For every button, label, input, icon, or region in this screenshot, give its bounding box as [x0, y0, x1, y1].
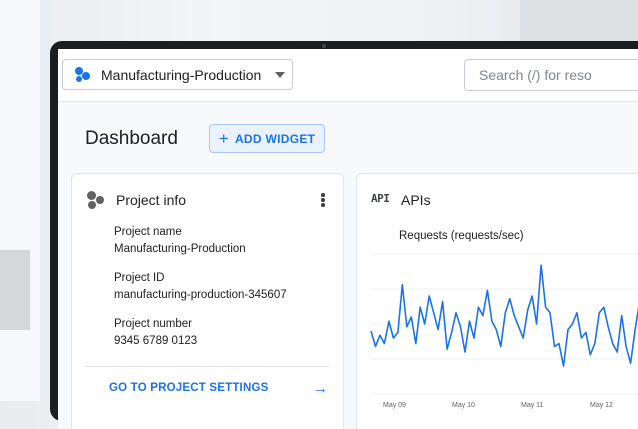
x-tick-label: May 12 — [590, 402, 613, 409]
more-vert-icon[interactable] — [321, 193, 325, 207]
webcam — [322, 44, 326, 48]
laptop: Manufacturing-Production Search (/) for … — [50, 41, 638, 429]
project-info-header: Project info — [72, 174, 343, 224]
project-id-value: manufacturing-production-345607 — [114, 289, 287, 301]
project-id-label: Project ID — [114, 272, 165, 284]
add-widget-button[interactable]: + ADD WIDGET — [209, 124, 325, 153]
requests-chart: May 09 May 10 May 11 May 12 — [370, 253, 638, 409]
api-icon: API — [371, 192, 390, 205]
office-shelf — [0, 250, 30, 330]
series-line-0 — [370, 264, 638, 367]
project-icon — [87, 191, 107, 209]
project-info-card: Project info Project name Manufacturing-… — [71, 173, 344, 429]
top-bar: Manufacturing-Production Search (/) for … — [58, 49, 638, 102]
project-name-label: Project name — [114, 226, 182, 238]
apis-card: API APIs Requests (requests/sec) May 09 M… — [356, 173, 638, 429]
project-picker-label: Manufacturing-Production — [101, 66, 262, 83]
divider — [85, 366, 329, 367]
x-tick-label: May 11 — [521, 402, 544, 409]
project-settings-link[interactable]: GO TO PROJECT SETTINGS — [109, 382, 268, 394]
screen: Manufacturing-Production Search (/) for … — [58, 49, 638, 429]
project-number-value: 9345 6789 0123 — [114, 335, 198, 347]
x-tick-label: May 09 — [383, 402, 406, 409]
page-title: Dashboard — [85, 128, 178, 149]
arrow-forward-icon[interactable]: → — [313, 380, 328, 397]
chevron-down-icon — [275, 71, 286, 78]
search-input[interactable]: Search (/) for reso — [464, 59, 638, 91]
x-tick-label: May 10 — [452, 402, 475, 409]
project-name-value: Manufacturing-Production — [114, 243, 246, 255]
add-widget-label: ADD WIDGET — [234, 131, 316, 146]
project-icon — [75, 66, 91, 83]
project-info-title: Project info — [116, 192, 187, 208]
window-light — [0, 0, 40, 401]
apis-title: APIs — [401, 192, 431, 208]
chart-title: Requests (requests/sec) — [399, 230, 524, 242]
project-picker[interactable]: Manufacturing-Production — [62, 59, 293, 90]
plus-icon: + — [218, 128, 229, 148]
apis-header: API APIs — [357, 174, 638, 224]
project-number-label: Project number — [114, 318, 192, 330]
